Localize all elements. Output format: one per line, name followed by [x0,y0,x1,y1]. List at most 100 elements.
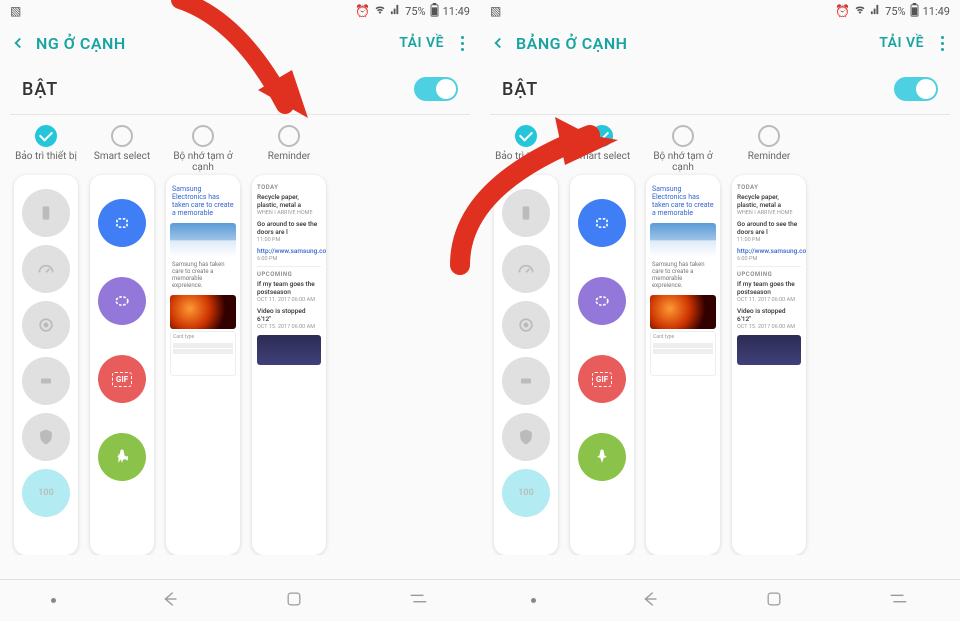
more-menu-button[interactable] [450,31,474,55]
panel-radio-maintenance[interactable] [515,125,537,147]
back-button[interactable] [486,31,510,55]
score-badge: 100 [22,469,70,517]
score-badge: 100 [502,469,550,517]
download-button[interactable]: TẢI VỀ [879,35,924,51]
clip-card: Card type [650,331,716,376]
edge-panels-list[interactable]: Bảo trì thiết bị 100 Smart select [0,115,480,555]
signal-icon [870,4,881,18]
nav-assistant[interactable] [531,598,536,603]
android-nav-bar [0,579,480,621]
phone-screenshot-left: ▧ ⏰ 75% 11:49 NG Ở CẠNH TẢI V [0,0,480,621]
android-nav-bar [480,579,960,621]
panel-preview-clipboard[interactable]: Samsung Electronics has taken care to cr… [166,175,240,555]
panel-reminder: Reminder TODAY Recycle paper, plastic, m… [246,125,332,555]
master-toggle[interactable] [414,77,458,101]
clip-image-fireworks [650,295,716,329]
panel-preview-maintenance[interactable]: 100 [494,175,558,555]
panel-label: Bảo trì thiết bị [15,151,77,175]
page-title: BẢNG Ở CẠNH [516,34,879,53]
panel-preview-smartselect[interactable]: GIF [90,175,154,555]
battery-percent: 75% [405,5,425,18]
rectangle-select-icon [578,199,626,247]
storage-icon [22,301,70,349]
nav-back[interactable] [639,588,661,614]
panel-clipboard: Bộ nhớ tạm ở cạnh Samsung Electronics ha… [640,125,726,555]
panel-preview-clipboard[interactable]: Samsung Electronics has taken care to cr… [646,175,720,555]
panel-reminder: Reminder TODAY Recycle paper, plastic, m… [726,125,812,555]
panel-label: Smart select [574,151,630,175]
reminder-thumb [257,335,321,365]
download-button[interactable]: TẢI VỀ [399,35,444,51]
clip-image-sky [650,223,716,257]
toggle-label: BẬT [22,79,58,100]
security-icon [22,413,70,461]
pin-select-icon [98,433,146,481]
gauge-icon [502,245,550,293]
pin-select-icon [578,433,626,481]
gif-select-icon: GIF [98,355,146,403]
gif-select-icon: GIF [578,355,626,403]
panel-radio-clipboard[interactable] [672,125,694,147]
screenshot-icon: ▧ [490,4,501,18]
panel-preview-reminder[interactable]: TODAY Recycle paper, plastic, metal a WH… [252,175,326,555]
signal-icon [390,4,401,18]
screenshot-icon: ▧ [10,4,21,18]
status-bar: ▧ ⏰ 75% 11:49 [480,0,960,22]
clip-text-2: Samsung has taken care to create a memor… [650,257,716,293]
master-toggle-row: BẬT [0,64,480,114]
nav-home[interactable] [764,589,784,613]
master-toggle[interactable] [894,77,938,101]
panel-radio-maintenance[interactable] [35,125,57,147]
gauge-icon [22,245,70,293]
clip-image-fireworks [170,295,236,329]
panel-preview-reminder[interactable]: TODAY Recycle paper, plastic, metal a WH… [732,175,806,555]
toggle-label: BẬT [502,79,538,100]
panel-clipboard: Bộ nhớ tạm ở cạnh Samsung Electronics ha… [160,125,246,555]
panel-radio-clipboard[interactable] [192,125,214,147]
clip-text-2: Samsung has taken care to create a memor… [170,257,236,293]
panel-radio-smartselect[interactable] [591,125,613,147]
panel-radio-smartselect[interactable] [111,125,133,147]
panel-label: Reminder [268,151,311,175]
panel-preview-maintenance[interactable]: 100 [14,175,78,555]
battery-icon [22,189,70,237]
panel-maintenance: Bảo trì thiết bị 100 [0,125,84,555]
panel-radio-reminder[interactable] [278,125,300,147]
panel-label: Bộ nhớ tạm ở cạnh [169,151,237,175]
panel-label: Smart select [94,151,150,175]
battery-icon [910,3,919,20]
clip-text-1: Samsung Electronics has taken care to cr… [650,181,716,221]
panel-preview-smartselect[interactable]: GIF [570,175,634,555]
phone-screenshot-right: ▧ ⏰ 75% 11:49 BẢNG Ở CẠNH TẢI VỀ BẬT [480,0,960,621]
wifi-icon [374,4,386,19]
oval-select-icon [578,277,626,325]
clip-card: Card type [170,331,236,376]
nav-recents[interactable] [887,588,909,614]
panel-radio-reminder[interactable] [758,125,780,147]
back-button[interactable] [6,31,30,55]
nav-recents[interactable] [407,588,429,614]
status-time: 11:49 [443,5,470,18]
battery-percent: 75% [885,5,905,18]
panel-label: Bảo trì thiết bị [495,151,557,175]
storage-icon [502,301,550,349]
memory-icon [22,357,70,405]
master-toggle-row: BẬT [480,64,960,114]
nav-back[interactable] [159,588,181,614]
alarm-icon: ⏰ [355,4,370,18]
panel-maintenance: Bảo trì thiết bị 100 [480,125,564,555]
nav-home[interactable] [284,589,304,613]
clip-text-1: Samsung Electronics has taken care to cr… [170,181,236,221]
battery-icon [430,3,439,20]
edge-panels-list[interactable]: Bảo trì thiết bị 100 Smart select [480,115,960,555]
clip-image-sky [170,223,236,257]
panel-smartselect: Smart select GIF [84,125,160,555]
alarm-icon: ⏰ [835,4,850,18]
rectangle-select-icon [98,199,146,247]
nav-assistant[interactable] [51,598,56,603]
panel-label: Reminder [748,151,791,175]
more-menu-button[interactable] [930,31,954,55]
app-header: BẢNG Ở CẠNH TẢI VỀ [480,22,960,64]
memory-icon [502,357,550,405]
status-time: 11:49 [923,5,950,18]
